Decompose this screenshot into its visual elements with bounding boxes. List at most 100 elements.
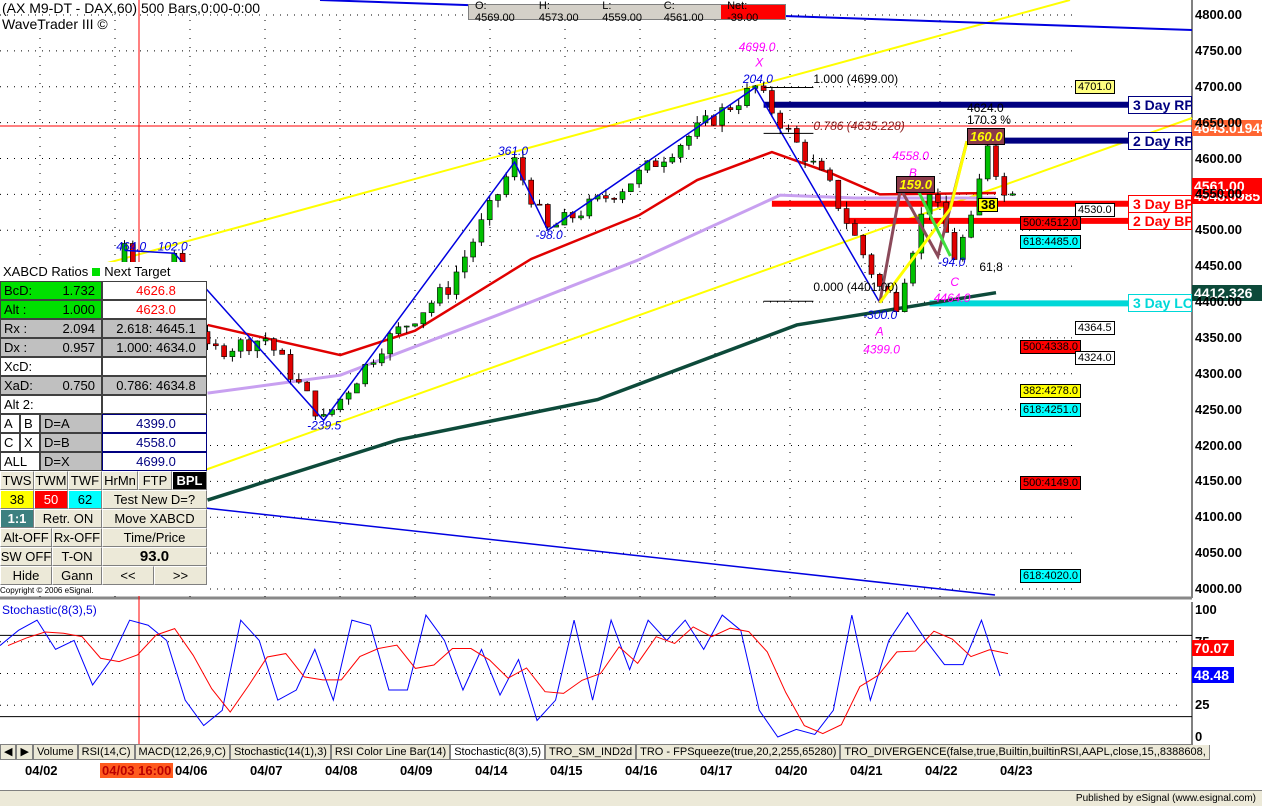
candle-body: [478, 219, 485, 243]
tab-indicator[interactable]: RSI Color Line Bar(14): [330, 745, 451, 760]
fib-50-button[interactable]: 50: [34, 490, 68, 509]
tab-indicator[interactable]: TRO - FPSqueeze(true,20,2,255,65280): [636, 745, 841, 760]
ohlc-readout: O: 4569.00 H: 4573.00 L: 4559.00 C: 4561…: [468, 0, 786, 24]
chart-annotation: 102.0: [158, 239, 188, 253]
swing-tag: 159.0: [896, 175, 935, 193]
copyright: Copyright © 2006 eSignal.: [0, 585, 207, 596]
scroll-right-icon[interactable]: ▶: [16, 745, 33, 760]
tab-indicator[interactable]: RSI(14,C): [77, 745, 135, 760]
net-change: Net: -39.00: [721, 0, 785, 24]
tab-indicator[interactable]: TRO_SM_IND2d: [545, 745, 637, 760]
candle-body: [652, 160, 659, 167]
ftp-button[interactable]: FTP: [138, 471, 172, 490]
ratio-target: [102, 395, 207, 414]
candle-body: [694, 122, 701, 137]
ratio-button[interactable]: 1:1: [0, 509, 34, 528]
t-on-button[interactable]: T-ON: [52, 547, 102, 566]
swing-tag: 160.0: [966, 127, 1006, 145]
candle-body: [213, 343, 219, 347]
x-tick-label: 04/07: [250, 763, 283, 778]
candle-body: [852, 223, 858, 236]
scroll-left-icon[interactable]: ◀: [0, 745, 17, 760]
y-tick-label: 4250.00: [1195, 401, 1242, 417]
time-price-button[interactable]: Time/Price: [102, 528, 207, 547]
x-tick-label: 04/15: [550, 763, 583, 778]
candle-body: [636, 169, 642, 185]
chart-annotation: 61,8: [979, 260, 1003, 274]
point-a-toggle[interactable]: A: [0, 414, 20, 433]
y-tick-label: 4750.00: [1195, 42, 1242, 58]
chart-annotation: -300.0: [863, 308, 897, 322]
hide-button[interactable]: Hide: [0, 566, 52, 585]
move-xabcd-button[interactable]: Move XABCD: [102, 509, 207, 528]
open-value: O: 4569.00: [475, 0, 515, 24]
target-type: D=B: [40, 433, 102, 452]
y-tick-label: 4600.00: [1195, 150, 1242, 166]
target-type: D=X: [40, 452, 102, 471]
point-a-toggle[interactable]: ALL: [0, 452, 40, 471]
band-label: 3 Day BP: [1128, 194, 1192, 213]
tws-button[interactable]: TWS: [0, 471, 34, 490]
prev-button[interactable]: <<: [102, 566, 154, 585]
ratio-key: Alt :: [4, 302, 27, 317]
ratio-row: Rx : 2.094 2.618: 4645.1: [0, 319, 207, 338]
candle-body: [661, 161, 667, 167]
level-box: 618:4020.0: [1020, 568, 1082, 583]
candle-body: [760, 85, 767, 91]
ratio-key: Rx :: [4, 321, 28, 336]
ratio-row: Dx : 0.957 1.000: 4634.0: [0, 338, 207, 357]
candle-body: [395, 326, 402, 334]
point-a-toggle[interactable]: C: [0, 433, 20, 452]
band-label: 3 Day LC: [1128, 294, 1192, 313]
twm-button[interactable]: TWM: [34, 471, 68, 490]
band-label: 2 Day RP: [1128, 131, 1192, 150]
target-value: 4399.0: [102, 414, 207, 433]
twf-button[interactable]: TWF: [68, 471, 102, 490]
retr-button[interactable]: Retr. ON: [34, 509, 102, 528]
candle-body: [1009, 193, 1016, 196]
tab-indicator[interactable]: TRO_DIVERGENCE(false,true,Builtin,builti…: [840, 745, 1210, 760]
band-label: 2 Day BP: [1128, 211, 1192, 230]
candle-body: [420, 312, 427, 325]
ratio-key: Dx :: [4, 340, 28, 355]
candle-body: [271, 338, 277, 351]
x-tick-label: 04/02: [25, 763, 58, 778]
candle-body: [677, 145, 684, 158]
fib-38-button[interactable]: 38: [0, 490, 34, 509]
candle-body: [818, 160, 825, 171]
test-new-d-button[interactable]: Test New D=?: [102, 490, 207, 509]
candle-body: [387, 333, 393, 355]
tab-indicator[interactable]: Stochastic(14(1),3): [229, 745, 331, 760]
gann-button[interactable]: Gann: [52, 566, 102, 585]
sw-off-button[interactable]: SW OFF: [0, 547, 52, 566]
point-b-toggle[interactable]: X: [20, 433, 40, 452]
candle-body: [827, 169, 833, 181]
alt-off-button[interactable]: Alt-OFF: [0, 528, 52, 547]
candle-body: [810, 160, 817, 163]
bpl-button[interactable]: BPL: [172, 471, 207, 490]
y-tick-label: 4400.00: [1195, 294, 1242, 309]
y-tick-label: 4700.00: [1195, 78, 1242, 94]
rx-off-button[interactable]: Rx-OFF: [52, 528, 102, 547]
point-b-toggle[interactable]: B: [20, 414, 40, 433]
y-tick-label: 4500.00: [1195, 222, 1242, 238]
value-field[interactable]: 93.0: [102, 547, 207, 566]
candle-body: [229, 350, 236, 357]
candle-body: [437, 287, 443, 304]
zigzag-line: [124, 86, 881, 422]
chart-annotation: 4464.0: [934, 291, 971, 305]
chart-annotation: 204.0: [742, 72, 773, 86]
candle-body: [354, 383, 360, 394]
fib-62-button[interactable]: 62: [68, 490, 102, 509]
tab-indicator[interactable]: Volume: [32, 745, 78, 760]
candle-body: [445, 287, 452, 295]
ratio-target: 0.786: 4634.8: [102, 376, 207, 395]
hrmn-button[interactable]: HrMn: [102, 471, 138, 490]
next-button[interactable]: >>: [154, 566, 207, 585]
candle-body: [428, 302, 435, 313]
tab-indicator[interactable]: MACD(12,26,9,C): [134, 745, 230, 760]
tab-indicator[interactable]: Stochastic(8(3),5): [450, 745, 545, 760]
ratio-row: XaD: 0.750 0.786: 4634.8: [0, 376, 207, 395]
close-value: C: 4561.00: [663, 0, 704, 24]
x-tick-label: 04/09: [400, 763, 433, 778]
